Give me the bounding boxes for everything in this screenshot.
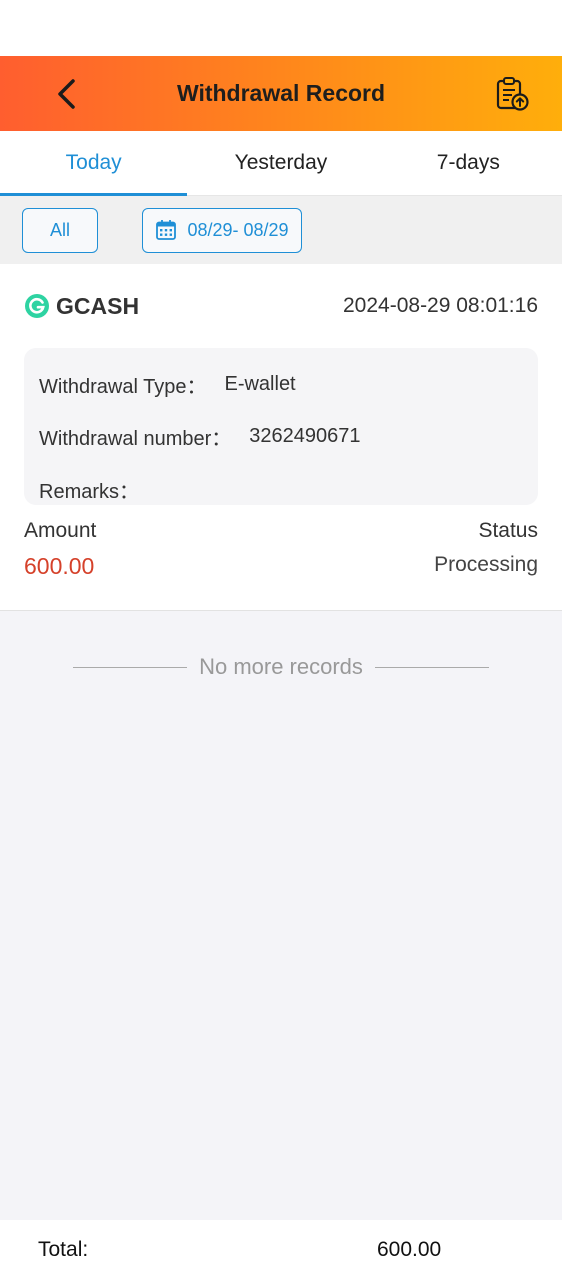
payment-method: GCASH [24,293,139,320]
filter-all-button[interactable]: All [22,207,98,253]
withdrawal-record-card[interactable]: GCASH 2024-08-29 08:01:16 Withdrawal Typ… [0,264,562,611]
back-button[interactable] [48,76,84,112]
withdrawal-number-label: Withdrawal number： [39,428,232,451]
record-details: Withdrawal Type： E-wallet Withdrawal num… [24,348,538,505]
calendar-icon [156,220,177,240]
divider-right [374,666,489,668]
page-title: Withdrawal Record [176,80,386,106]
withdrawal-type-label: Withdrawal Type： [39,375,207,398]
date-tabs: Today Yesterday 7-days [0,131,562,196]
withdrawal-type-value: E-wallet [224,372,296,395]
withdrawal-history-button[interactable] [492,74,532,114]
remarks-label: Remarks： [39,480,140,503]
payment-method-name: GCASH [56,292,140,319]
tab-yesterday[interactable]: Yesterday [187,131,374,195]
tab-7-days[interactable]: 7-days [375,131,562,195]
clipboard-upload-icon [496,76,529,111]
record-datetime: 2024-08-29 08:01:16 [343,294,538,317]
divider-left [73,666,188,668]
no-more-records-text: No more records [199,654,363,679]
status-bar [0,0,562,56]
date-range-label: 08/29- 08/29 [187,219,289,240]
withdrawal-number-value: 3262490671 [249,425,361,448]
list-end-indicator: No more records [0,611,562,723]
app-header: Withdrawal Record [0,56,562,131]
amount-value: 600.00 [24,553,95,579]
total-value: 600.00 [377,1238,442,1261]
chevron-left-icon [58,78,75,109]
tab-today[interactable]: Today [0,131,188,196]
status-value: Processing [434,553,538,576]
gcash-logo-icon [25,294,49,318]
date-range-button[interactable]: 08/29- 08/29 [142,207,302,253]
total-label: Total: [38,1238,89,1261]
status-label: Status [478,519,538,542]
amount-label: Amount [24,519,97,542]
filter-bar: All 08/29- 08/29 [0,196,562,264]
total-footer: Total: 600.00 [0,1220,562,1280]
